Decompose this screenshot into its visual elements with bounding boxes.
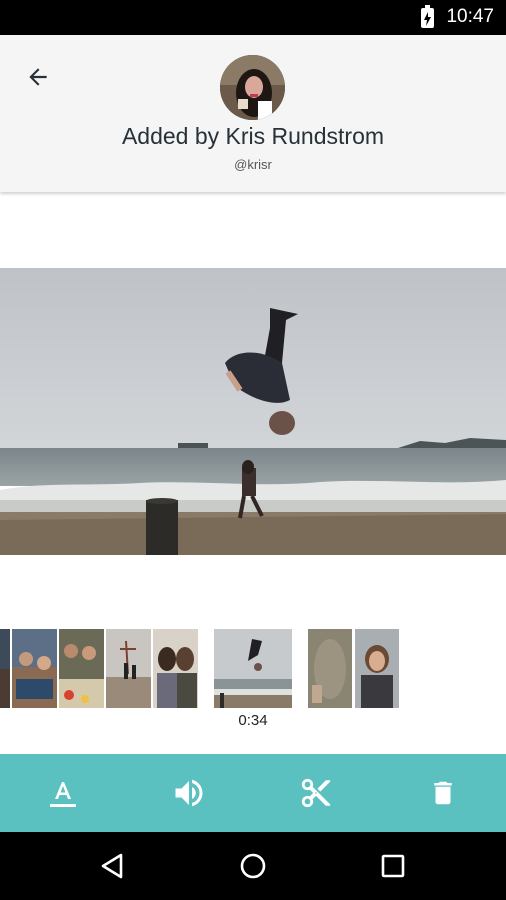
timeline-thumbnail[interactable] [355,629,399,708]
arrow-left-icon [29,68,47,86]
timeline-thumbnail[interactable] [12,629,57,708]
status-time: 10:47 [446,6,494,27]
timeline-thumbnail[interactable] [59,629,104,708]
delete-button[interactable] [419,769,467,817]
timeline-strip[interactable] [0,629,506,709]
selected-clip-duration: 0:34 [238,712,268,729]
nav-back-button[interactable] [92,848,132,884]
system-navigation-bar [0,832,506,900]
user-handle: @krisr [234,157,272,172]
back-button[interactable] [18,57,58,97]
nav-recents-button[interactable] [373,848,413,884]
editing-toolbar [0,754,506,832]
volume-button[interactable] [165,769,213,817]
battery-charging-icon [421,5,434,28]
trash-icon [434,781,452,805]
scissors-icon [301,778,331,808]
avatar[interactable] [220,55,285,120]
recents-square-icon [381,854,405,878]
timeline-thumbnail[interactable] [153,629,198,708]
nav-home-button[interactable] [233,848,273,884]
page-title: Added by Kris Rundstrom [121,123,385,149]
header: Added by Kris Rundstrom @krisr [0,35,506,192]
timeline-thumbnail-selected[interactable] [214,629,292,708]
volume-icon [175,779,203,807]
status-bar: 10:47 [0,0,506,35]
text-button[interactable] [39,769,87,817]
text-format-icon [50,782,76,807]
timeline-thumbnail[interactable] [308,629,352,708]
home-circle-icon [240,853,266,879]
trim-button[interactable] [292,769,340,817]
timeline-thumbnail[interactable] [0,629,10,708]
timeline-thumbnail[interactable] [106,629,151,708]
back-triangle-icon [101,853,123,879]
video-preview[interactable] [0,268,506,555]
